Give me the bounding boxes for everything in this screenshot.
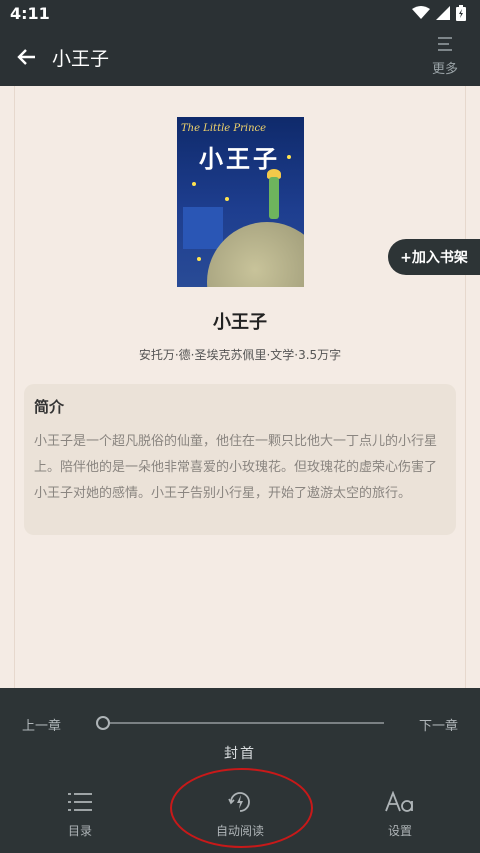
auto-read-label: 自动阅读 <box>215 824 264 838</box>
auto-read-button[interactable]: 自动阅读 <box>190 788 290 839</box>
settings-button[interactable]: 设置 <box>350 788 450 839</box>
book-meta: 安托万·德·圣埃克苏佩里·文学·3.5万字 <box>138 348 342 362</box>
chapter-progress-thumb[interactable] <box>96 716 110 730</box>
cover-badge <box>183 207 223 249</box>
status-bar: 4:11 <box>0 0 480 28</box>
settings-label: 设置 <box>387 824 412 838</box>
menu-lines-icon <box>438 37 452 51</box>
intro-text: 小王子是一个超凡脱俗的仙童，他住在一颗只比他大一丁点儿的小行星上。陪伴他的是一朵… <box>34 434 438 501</box>
battery-icon <box>456 5 466 21</box>
intro-box: 简介 小王子是一个超凡脱俗的仙童，他住在一颗只比他大一丁点儿的小行星上。陪伴他的… <box>24 384 456 535</box>
status-icons <box>412 5 466 21</box>
add-to-shelf-button[interactable]: +加入书架 <box>388 239 480 275</box>
more-button[interactable]: 更多 <box>428 36 462 77</box>
back-arrow-icon <box>17 49 35 65</box>
cover-prince <box>269 177 279 219</box>
intro-heading: 简介 <box>34 398 65 416</box>
back-button[interactable] <box>12 42 42 72</box>
app-bar: 小王子 更多 <box>0 28 480 86</box>
page-title: 小王子 <box>52 48 110 70</box>
status-time: 4:11 <box>10 4 50 23</box>
more-label: 更多 <box>431 62 458 77</box>
reader-control-panel: 上一章 下一章 封首 目录 自动阅读 设置 <box>0 688 480 853</box>
book-title: 小王子 <box>213 312 267 333</box>
current-chapter-name: 封首 <box>224 746 256 762</box>
list-icon <box>68 793 92 811</box>
chapter-progress-track[interactable] <box>102 722 384 724</box>
reader-page[interactable]: The Little Prince 小王子 +加入书架 小王子 安托万·德·圣埃… <box>0 86 480 688</box>
wifi-icon <box>412 6 430 19</box>
book-cover: The Little Prince 小王子 <box>177 117 304 287</box>
toc-button[interactable]: 目录 <box>30 788 130 839</box>
font-settings-icon <box>385 791 413 812</box>
cover-chinese-title: 小王子 <box>199 145 280 173</box>
toc-label: 目录 <box>67 824 92 838</box>
auto-read-icon <box>228 792 250 812</box>
next-chapter-button[interactable]: 下一章 <box>419 715 458 734</box>
signal-icon <box>436 6 450 20</box>
prev-chapter-button[interactable]: 上一章 <box>22 715 61 734</box>
cover-english-title: The Little Prince <box>181 123 267 134</box>
